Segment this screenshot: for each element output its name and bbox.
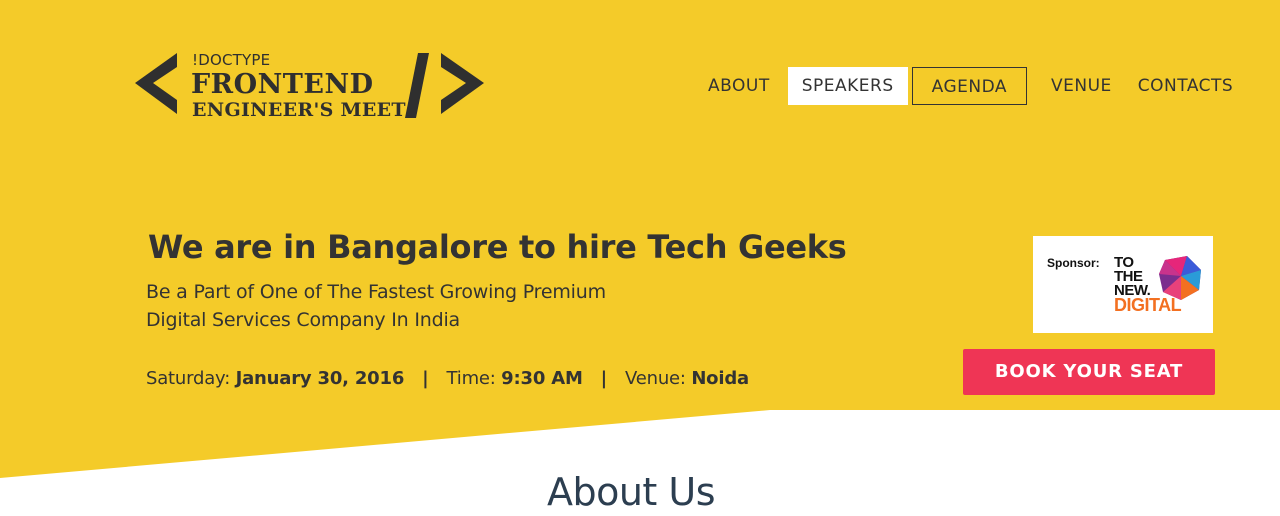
hero-headline: We are in Bangalore to hire Tech Geeks bbox=[148, 228, 847, 266]
hero-subtitle: Be a Part of One of The Fastest Growing … bbox=[146, 281, 606, 331]
time-value: 9:30 AM bbox=[501, 368, 583, 389]
time-label: Time: bbox=[446, 368, 502, 389]
sponsor-box[interactable]: Sponsor: TO THE NEW. DIGITAL bbox=[1033, 236, 1213, 333]
headline-bold: Bangalore to hire Tech Geeks bbox=[327, 228, 847, 266]
venue-value: Noida bbox=[691, 368, 749, 389]
nav-item-speakers[interactable]: SPEAKERS bbox=[787, 67, 908, 105]
nav-item-contacts[interactable]: CONTACTS bbox=[1128, 67, 1243, 105]
nav-item-venue[interactable]: VENUE bbox=[1041, 67, 1122, 105]
book-seat-button[interactable]: BOOK YOUR SEAT bbox=[963, 349, 1215, 395]
logo-doctype-text: !DOCTYPE bbox=[192, 51, 271, 69]
logo-title-line1: FRONTEND bbox=[191, 69, 374, 100]
venue-label: Venue: bbox=[625, 368, 692, 389]
date-label: Saturday: bbox=[146, 368, 236, 389]
details-separator: | bbox=[422, 368, 429, 389]
sponsor-label: Sponsor: bbox=[1047, 256, 1100, 270]
date-value: January 30, 2016 bbox=[235, 368, 405, 389]
sponsor-polygon-icon bbox=[1159, 256, 1201, 300]
headline-prefix: We are in bbox=[148, 228, 328, 266]
nav-item-about[interactable]: ABOUT bbox=[698, 67, 780, 105]
details-separator: | bbox=[600, 368, 608, 389]
event-details: Saturday: January 30, 2016 | Time: 9:30 AM… bbox=[146, 368, 749, 389]
logo-title-line2: ENGINEER'S MEET bbox=[192, 99, 406, 121]
about-us-heading: About Us bbox=[546, 470, 716, 514]
site-logo[interactable]: !DOCTYPE FRONTEND ENGINEER'S MEET bbox=[133, 48, 489, 126]
main-nav: ABOUT SPEAKERS AGENDA VENUE CONTACTS bbox=[690, 66, 1243, 106]
nav-item-agenda[interactable]: AGENDA bbox=[911, 67, 1027, 105]
